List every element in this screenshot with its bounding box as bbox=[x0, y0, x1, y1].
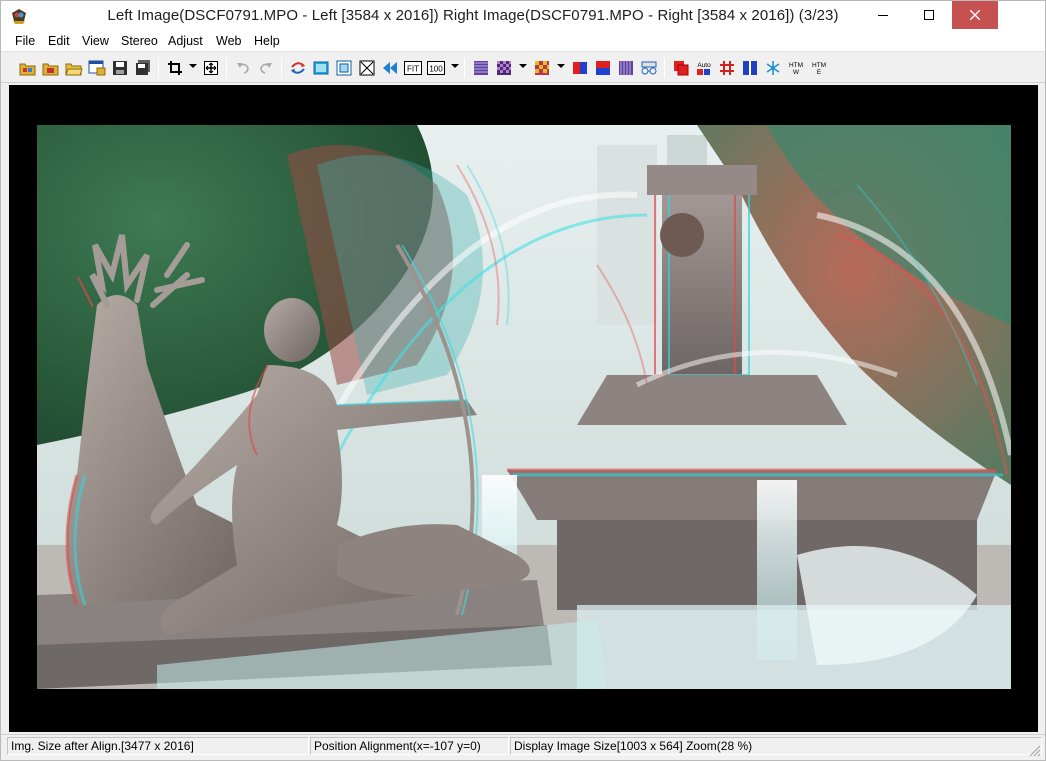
menu-help[interactable]: Help bbox=[254, 34, 280, 48]
html-export-e-button[interactable]: HTM E bbox=[809, 58, 829, 78]
zoom-dropdown-chevron-down-icon[interactable] bbox=[451, 64, 459, 68]
swap-left-right-icon[interactable] bbox=[288, 58, 308, 78]
crop-icon[interactable] bbox=[165, 58, 185, 78]
redo-icon[interactable] bbox=[256, 58, 276, 78]
toolbar-separator bbox=[464, 58, 465, 78]
overlap-icon[interactable] bbox=[671, 58, 691, 78]
minimize-button[interactable] bbox=[860, 1, 906, 29]
checkerboard-icon[interactable] bbox=[494, 58, 514, 78]
title-bar[interactable]: Left Image(DSCF0791.MPO - Left [3584 x 2… bbox=[1, 1, 1045, 32]
menu-view[interactable]: View bbox=[82, 34, 109, 48]
status-position-alignment: Position Alignment(x=-107 y=0) bbox=[310, 737, 509, 755]
auto-align-button[interactable]: Auto bbox=[694, 58, 714, 78]
auto-label: Auto bbox=[697, 62, 711, 69]
htm-e-sub: E bbox=[817, 69, 822, 76]
open-window-icon[interactable] bbox=[87, 58, 107, 78]
toolbar-separator bbox=[226, 58, 227, 78]
fit-label: FIT bbox=[407, 65, 419, 74]
htm-w-sub: W bbox=[793, 69, 800, 76]
stereo-mode-dropdown-chevron-down-icon[interactable] bbox=[519, 64, 527, 68]
open-folder-icon[interactable] bbox=[64, 58, 84, 78]
zoom-full-icon[interactable] bbox=[357, 58, 377, 78]
toolbar-separator bbox=[664, 58, 665, 78]
glasses-mode-icon[interactable] bbox=[639, 58, 659, 78]
full-screen-icon[interactable] bbox=[311, 58, 331, 78]
status-display-size-zoom: Display Image Size[1003 x 564] Zoom(28 %… bbox=[510, 737, 1042, 755]
status-image-size: Img. Size after Align.[3477 x 2016] bbox=[7, 737, 309, 755]
zoom-100-button[interactable]: 100 bbox=[426, 58, 446, 78]
column-interlace-icon[interactable] bbox=[616, 58, 636, 78]
anaglyph-stereo-image[interactable] bbox=[37, 125, 1011, 689]
split-view-icon[interactable] bbox=[740, 58, 760, 78]
htm-e-label: HTM bbox=[812, 62, 826, 69]
toolbar-separator bbox=[281, 58, 282, 78]
color-anaglyph-icon[interactable] bbox=[532, 58, 552, 78]
interlaced-icon[interactable] bbox=[471, 58, 491, 78]
menu-adjust[interactable]: Adjust bbox=[168, 34, 203, 48]
zoom-100-label: 100 bbox=[429, 65, 443, 74]
previous-next-icon[interactable] bbox=[380, 58, 400, 78]
anaglyph-dropdown-chevron-down-icon[interactable] bbox=[557, 64, 565, 68]
image-viewport[interactable] bbox=[9, 85, 1038, 732]
open-stereo-icon[interactable] bbox=[18, 58, 38, 78]
save-icon[interactable] bbox=[110, 58, 130, 78]
menu-stereo[interactable]: Stereo bbox=[121, 34, 158, 48]
toolbar-separator bbox=[158, 58, 159, 78]
over-under-icon[interactable] bbox=[593, 58, 613, 78]
html-export-w-button[interactable]: HTM W bbox=[786, 58, 806, 78]
grid-icon[interactable] bbox=[717, 58, 737, 78]
save-all-icon[interactable] bbox=[133, 58, 153, 78]
undo-icon[interactable] bbox=[233, 58, 253, 78]
window-fit-icon[interactable] bbox=[334, 58, 354, 78]
menu-web[interactable]: Web bbox=[216, 34, 241, 48]
crop-dropdown-chevron-down-icon[interactable] bbox=[189, 64, 197, 68]
maximize-button[interactable] bbox=[906, 1, 952, 29]
menu-bar: File Edit View Stereo Adjust Web Help bbox=[1, 32, 1045, 52]
menu-file[interactable]: File bbox=[15, 34, 35, 48]
resize-grip-icon[interactable] bbox=[1029, 745, 1041, 757]
menu-edit[interactable]: Edit bbox=[48, 34, 70, 48]
close-icon bbox=[970, 10, 980, 20]
snowflake-icon[interactable] bbox=[763, 58, 783, 78]
open-left-right-icon[interactable] bbox=[41, 58, 61, 78]
toolbar: FIT 100 Auto HTM W HTM E bbox=[1, 53, 1045, 83]
app-window: Left Image(DSCF0791.MPO - Left [3584 x 2… bbox=[0, 0, 1046, 761]
htm-w-label: HTM bbox=[789, 62, 803, 69]
status-bar: Img. Size after Align.[3477 x 2016] Posi… bbox=[1, 734, 1045, 760]
side-by-side-icon[interactable] bbox=[570, 58, 590, 78]
alignment-move-icon[interactable] bbox=[201, 58, 221, 78]
close-button[interactable] bbox=[952, 1, 998, 29]
fit-button[interactable]: FIT bbox=[403, 58, 423, 78]
